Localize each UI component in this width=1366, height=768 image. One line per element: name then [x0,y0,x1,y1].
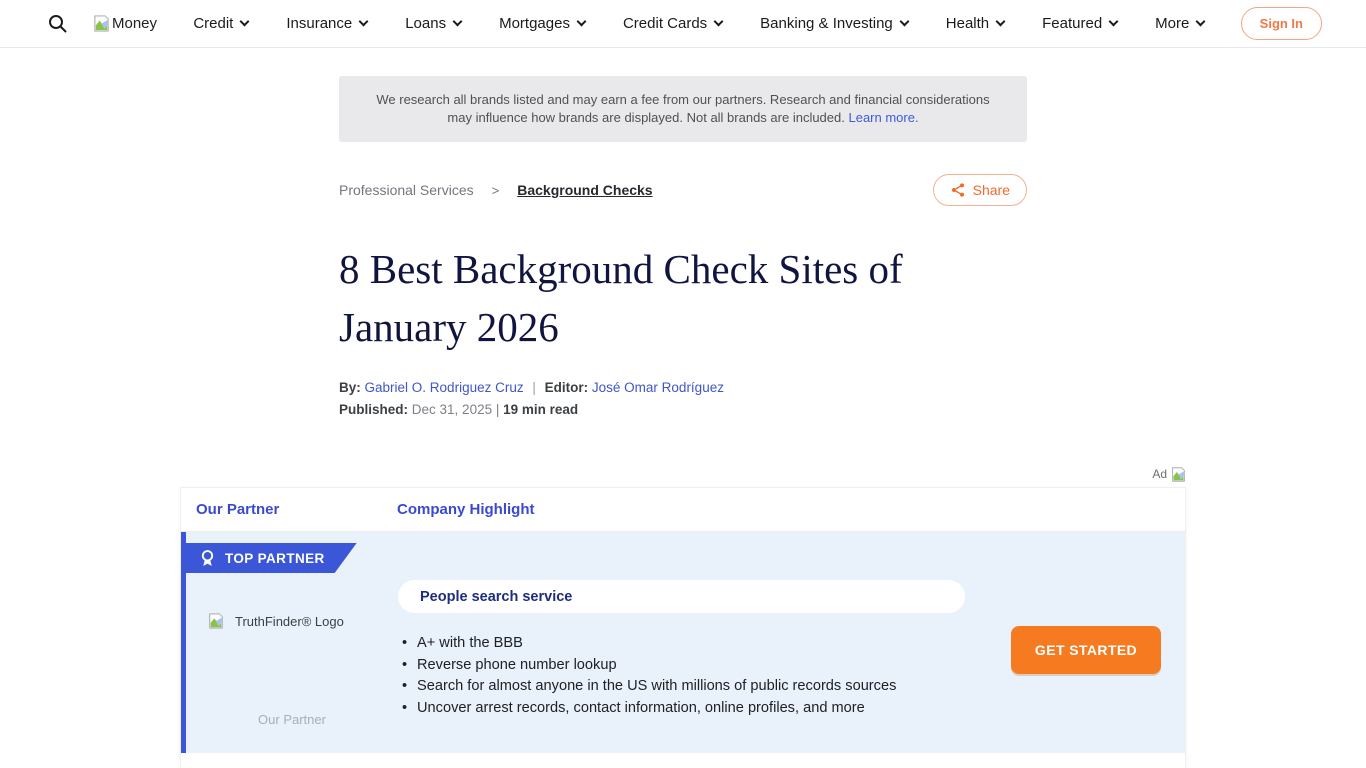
published-label: Published: [339,402,408,417]
byline: By: Gabriel O. Rodriguez Cruz | Editor: … [339,380,1027,395]
chevron-down-icon [1109,17,1119,27]
nav-item-featured[interactable]: Featured [1042,15,1117,32]
chevron-down-icon [1196,17,1206,27]
page-title: 8 Best Background Check Sites of January… [339,240,1027,356]
share-icon [950,182,966,198]
by-label: By: [339,380,361,395]
company-highlight-pill: People search service [398,580,965,613]
share-label: Share [973,182,1010,198]
our-partner-column-header: Our Partner [181,501,397,518]
advertiser-disclosure: We research all brands listed and may ea… [339,76,1027,142]
get-started-button[interactable]: GET STARTED [1011,626,1161,674]
money-logo[interactable]: Money [93,15,157,32]
chevron-down-icon [899,17,909,27]
next-partner-row-stub [181,753,1185,768]
sign-in-button[interactable]: Sign In [1241,7,1322,40]
broken-image-icon [208,612,224,630]
nav-item-credit-cards[interactable]: Credit Cards [623,15,722,32]
partner-logo: TruthFinder® Logo [208,612,344,630]
published-divider: | [496,402,500,417]
partner-comparison-card: Our Partner Company Highlight TOP PARTNE… [180,487,1186,768]
ad-label: Ad [1152,467,1167,481]
chevron-down-icon [359,17,369,27]
breadcrumb-current-link[interactable]: Background Checks [517,182,652,198]
chevron-down-icon [453,17,463,27]
chevron-down-icon [240,17,250,27]
breadcrumb-separator: > [492,183,500,198]
nav-item-more[interactable]: More [1155,15,1204,32]
our-partner-caption: Our Partner [186,712,398,727]
partner-logo-alt-text: TruthFinder® Logo [235,614,344,629]
author-link[interactable]: Gabriel O. Rodriguez Cruz [365,380,524,395]
learn-more-link[interactable]: Learn more. [848,110,918,125]
nav-item-insurance[interactable]: Insurance [286,15,367,32]
chevron-down-icon [996,17,1006,27]
nav-item-credit[interactable]: Credit [193,15,248,32]
nav-item-health[interactable]: Health [946,15,1004,32]
editor-link[interactable]: José Omar Rodríguez [592,380,724,395]
nav-item-loans[interactable]: Loans [405,15,461,32]
chevron-down-icon [577,17,587,27]
share-button[interactable]: Share [933,174,1027,206]
logo-alt-text: Money [112,15,157,32]
published-date: Dec 31, 2025 [412,402,492,417]
ad-label-row: Ad [180,465,1186,483]
search-icon[interactable] [48,14,67,33]
main-nav: Credit Insurance Loans Mortgages Credit … [157,15,1241,32]
published-line: Published: Dec 31, 2025 | 19 min read [339,402,1027,417]
top-partner-row: TOP PARTNER TruthFinder® Logo Our Partne… [181,532,1185,753]
breadcrumb-parent-link[interactable]: Professional Services [339,182,474,198]
top-navigation: Money Credit Insurance Loans Mortgages C… [0,0,1366,48]
broken-image-icon [93,15,110,32]
byline-divider: | [532,380,536,395]
partner-logo-column: TruthFinder® Logo Our Partner [186,532,398,753]
broken-image-icon [1171,467,1186,482]
chevron-down-icon [714,17,724,27]
partner-card-header: Our Partner Company Highlight [181,488,1185,532]
editor-label: Editor: [545,380,589,395]
company-highlight-column-header: Company Highlight [397,501,535,518]
list-item: Uncover arrest records, contact informat… [398,698,1185,720]
read-time: 19 min read [503,402,578,417]
nav-item-banking-investing[interactable]: Banking & Investing [760,15,908,32]
company-highlight-text: People search service [420,589,572,605]
nav-item-mortgages[interactable]: Mortgages [499,15,585,32]
list-item: Search for almost anyone in the US with … [398,676,1185,698]
breadcrumb: Professional Services > Background Check… [339,174,1027,206]
